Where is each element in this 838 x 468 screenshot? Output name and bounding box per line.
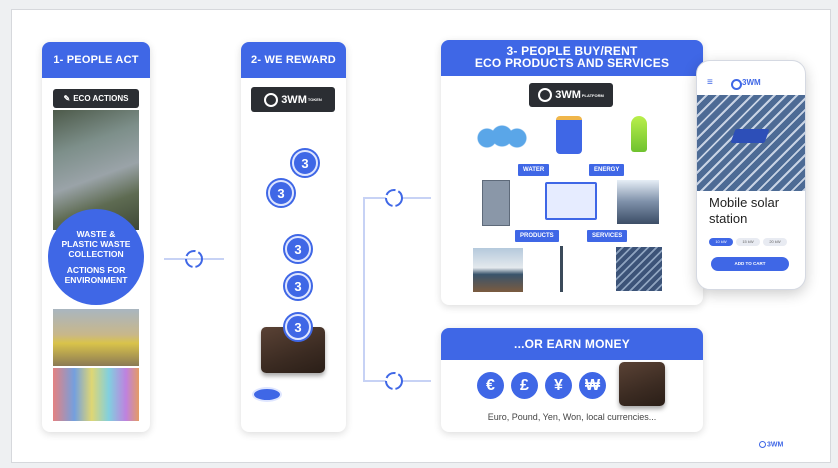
services-label: SERVICES: [587, 230, 628, 242]
phone-header: ≡ 3WM: [697, 75, 805, 91]
fuel-can-icon: [556, 116, 582, 154]
buy-rent-title-line2: ECO PRODUCTS AND SERVICES: [474, 56, 670, 70]
token-coin-icon: 3: [268, 180, 294, 206]
3wm-logo-icon: [538, 88, 553, 102]
token-coin-icon: 3: [285, 314, 311, 340]
connector-branch: [363, 197, 365, 380]
actions-circle: WASTE & PLASTIC WASTE COLLECTION ACTIONS…: [48, 209, 144, 305]
people-act-title: 1- PEOPLE ACT: [42, 42, 150, 78]
buy-rent-title: 3- PEOPLE BUY/RENT ECO PRODUCTS AND SERV…: [441, 40, 703, 76]
3wm-logo-icon: [264, 92, 279, 107]
token-sup: TOKEN: [307, 97, 322, 102]
we-reward-card: 2- WE REWARD 3WM TOKEN 3 3 3 3 3: [241, 42, 346, 432]
buy-rent-card: 3- PEOPLE BUY/RENT ECO PRODUCTS AND SERV…: [441, 40, 703, 305]
people-act-card: 1- PEOPLE ACT ✎ ECO ACTIONS WASTE & PLAS…: [42, 42, 150, 432]
add-to-cart-button[interactable]: ADD TO CART: [711, 257, 789, 271]
solar-unit-icon: [730, 129, 770, 143]
footer-logo-text: 3WM: [767, 441, 784, 449]
water-label: WATER: [518, 164, 550, 176]
education-screen-icon: [545, 182, 597, 220]
eco-actions-label: ECO ACTIONS: [73, 94, 129, 103]
falling-coin-icon: [252, 387, 282, 402]
token-coin-icon: 3: [292, 150, 318, 176]
token-coin-icon: 3: [285, 236, 311, 262]
earn-money-card: ...OR EARN MONEY € £ ¥ ₩ Euro, Pound, Ye…: [441, 328, 703, 432]
euro-icon: €: [477, 372, 504, 399]
yen-icon: ¥: [545, 372, 572, 399]
water-purifier-icon: [482, 180, 510, 226]
solar-panel-photo: [617, 180, 659, 224]
boat-photo: [473, 248, 523, 292]
phone-brand: 3WM: [742, 78, 761, 87]
wallet-icon: [619, 362, 665, 406]
solar-farm-photo: [616, 247, 662, 291]
3wm-logo-icon: [759, 441, 766, 448]
size-chip[interactable]: 15 kW: [736, 238, 760, 246]
3wm-platform-label: 3WM: [555, 89, 581, 101]
platform-sup: PLATFORM: [581, 92, 604, 98]
phone-mockup: ≡ 3WM Mobile solar station 10 kW 15 kW 2…: [696, 60, 806, 290]
energy-bulb-icon: [631, 116, 647, 152]
menu-icon[interactable]: ≡: [707, 77, 713, 88]
energy-label: ENERGY: [589, 164, 625, 176]
footer-logo: 3WM: [759, 441, 783, 448]
water-bottles-icon: [477, 114, 527, 154]
eco-actions-badge: ✎ ECO ACTIONS: [53, 89, 139, 108]
we-reward-title: 2- WE REWARD: [241, 42, 346, 78]
cycle-arrow-icon: [185, 250, 203, 268]
beach-cleanup-photo: [53, 309, 139, 366]
leaf-icon: ✎: [63, 94, 71, 103]
3wm-token-badge: 3WM TOKEN: [251, 87, 335, 112]
earn-money-title: ...OR EARN MONEY: [441, 328, 703, 360]
cycle-arrow-icon: [385, 372, 403, 390]
size-chip[interactable]: 20 kW: [763, 238, 787, 246]
3wm-logo-icon: [731, 79, 742, 90]
currencies-caption: Euro, Pound, Yen, Won, local currencies.…: [487, 412, 657, 422]
won-icon: ₩: [579, 372, 606, 399]
3wm-token-label: 3WM: [281, 93, 307, 106]
cycle-arrow-icon: [385, 189, 403, 207]
volunteers-photo: [53, 368, 139, 421]
product-name: Mobile solar station: [709, 195, 780, 226]
3wm-platform-badge: 3WM PLATFORM: [529, 83, 613, 107]
waste-collection-text: WASTE & PLASTIC WASTE COLLECTION: [61, 229, 131, 259]
pound-icon: £: [511, 372, 538, 399]
size-chip-active[interactable]: 10 kW: [709, 238, 733, 246]
street-lamp-icon: [560, 246, 563, 292]
solar-station-image: [697, 95, 805, 191]
actions-environment-text: ACTIONS FOR ENVIRONMENT: [64, 265, 128, 285]
token-coin-icon: 3: [285, 273, 311, 299]
products-label: PRODUCTS: [515, 230, 559, 242]
